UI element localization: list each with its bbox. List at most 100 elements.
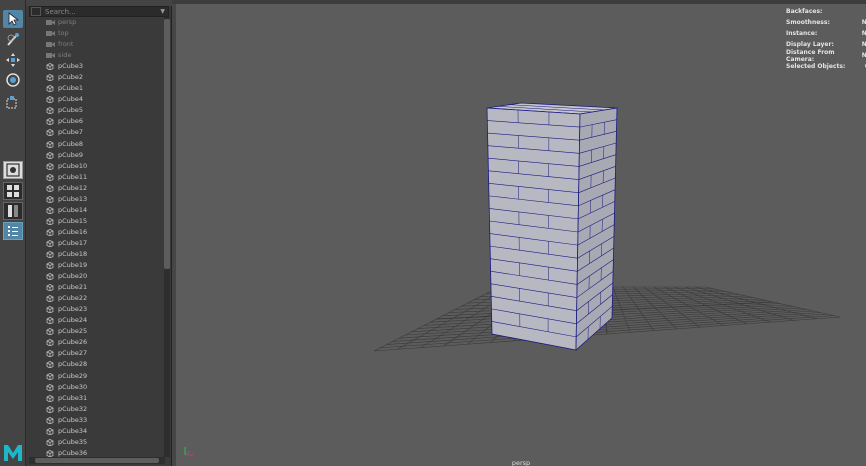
outliner-item[interactable]: pCube5 bbox=[26, 105, 162, 116]
outliner-item[interactable]: pCube11 bbox=[26, 172, 162, 183]
outliner-item[interactable]: pCube32 bbox=[26, 404, 162, 415]
move-icon[interactable] bbox=[3, 51, 23, 69]
outliner-item[interactable]: pCube6 bbox=[26, 116, 162, 127]
search-dropdown-arrow-icon[interactable]: ▼ bbox=[160, 8, 165, 15]
transform-node-icon bbox=[46, 328, 55, 336]
two-view-icon[interactable] bbox=[3, 202, 23, 220]
paint-brush-icon[interactable] bbox=[3, 31, 23, 49]
outliner-item[interactable]: pCube35 bbox=[26, 437, 162, 448]
outliner-horizontal-scrollbar[interactable] bbox=[29, 457, 165, 464]
transform-node-icon bbox=[46, 405, 55, 414]
camera-icon bbox=[46, 30, 55, 37]
outliner-item[interactable]: pCube7 bbox=[26, 127, 162, 138]
outliner-item[interactable]: pCube25 bbox=[26, 326, 162, 337]
outliner-item-label: pCube18 bbox=[58, 250, 88, 258]
outliner-item[interactable]: pCube2 bbox=[26, 72, 162, 83]
jenga-tower-mesh[interactable] bbox=[486, 102, 618, 351]
outliner-item[interactable]: pCube26 bbox=[26, 337, 162, 348]
transform-node-icon bbox=[46, 63, 55, 71]
viewport-3d[interactable]: Backfaces: Smoothness: N/Instance: N/Displa… bbox=[176, 4, 866, 466]
outliner-item[interactable]: pCube34 bbox=[26, 426, 162, 437]
scene-view[interactable] bbox=[176, 4, 866, 466]
scrollbar-thumb[interactable] bbox=[35, 458, 159, 463]
outliner-item[interactable]: pCube8 bbox=[26, 139, 162, 150]
outliner-item-label: persp bbox=[58, 18, 77, 27]
outliner-item[interactable]: pCube20 bbox=[26, 271, 162, 282]
outliner-vertical-scrollbar[interactable] bbox=[164, 17, 170, 457]
transform-node-icon bbox=[46, 240, 55, 248]
transform-node-icon bbox=[46, 427, 55, 436]
search-input[interactable]: Search... bbox=[45, 8, 160, 16]
outliner-item[interactable]: pCube29 bbox=[26, 371, 162, 382]
outliner-item-label: pCube36 bbox=[58, 448, 88, 457]
camera-icon bbox=[46, 41, 55, 48]
outliner-item[interactable]: pCube36 bbox=[26, 448, 162, 457]
outliner-view-icon[interactable] bbox=[3, 222, 23, 240]
select-arrow-icon[interactable] bbox=[3, 10, 23, 28]
outliner-item[interactable]: pCube27 bbox=[26, 348, 162, 359]
outliner-item-label: pCube35 bbox=[58, 437, 88, 446]
outliner-item-label: pCube27 bbox=[58, 349, 88, 358]
outliner-item-label: pCube11 bbox=[58, 172, 88, 181]
outliner-item[interactable]: pCube21 bbox=[26, 282, 162, 293]
outliner-camera-item[interactable]: side bbox=[26, 50, 162, 61]
transform-node-icon bbox=[46, 284, 55, 292]
outliner-camera-item[interactable]: persp bbox=[26, 17, 162, 28]
outliner-item-label: pCube12 bbox=[58, 183, 88, 192]
outliner-camera-item[interactable]: front bbox=[26, 39, 162, 50]
outliner-search-field[interactable]: Search... ▼ bbox=[29, 6, 169, 17]
transform-node-icon bbox=[46, 85, 55, 93]
outliner-camera-item[interactable]: top bbox=[26, 28, 162, 39]
hud-value: N/ bbox=[861, 52, 866, 59]
scale-icon[interactable] bbox=[3, 93, 23, 111]
outliner-item[interactable]: pCube31 bbox=[26, 393, 162, 404]
transform-node-icon bbox=[46, 140, 55, 148]
outliner-item[interactable]: pCube30 bbox=[26, 382, 162, 393]
outliner-item[interactable]: pCube15 bbox=[26, 216, 162, 227]
scrollbar-thumb[interactable] bbox=[164, 19, 170, 269]
hud-row: Selected Objects:0 bbox=[786, 61, 866, 72]
transform-node-icon bbox=[46, 350, 55, 358]
outliner-item[interactable]: pCube12 bbox=[26, 183, 162, 194]
outliner-item[interactable]: pCube33 bbox=[26, 415, 162, 426]
outliner-item[interactable]: pCube3 bbox=[26, 61, 162, 72]
outliner-item[interactable]: pCube16 bbox=[26, 227, 162, 238]
outliner-item-label: pCube14 bbox=[58, 205, 88, 214]
outliner-item[interactable]: pCube14 bbox=[26, 205, 162, 216]
outliner-item-label: top bbox=[58, 29, 69, 38]
outliner-item-label: pCube22 bbox=[58, 294, 88, 303]
toolbox bbox=[0, 0, 26, 466]
outliner-item[interactable]: pCube19 bbox=[26, 260, 162, 271]
hud-value: N/ bbox=[861, 19, 866, 26]
outliner-item-label: pCube2 bbox=[58, 73, 84, 82]
four-view-icon[interactable] bbox=[3, 182, 23, 200]
hud-label: Backfaces: bbox=[786, 8, 823, 15]
outliner-item[interactable]: pCube9 bbox=[26, 150, 162, 161]
outliner-item[interactable]: pCube4 bbox=[26, 94, 162, 105]
transform-node-icon bbox=[46, 228, 55, 237]
outliner-item[interactable]: pCube1 bbox=[26, 83, 162, 94]
outliner-item[interactable]: pCube18 bbox=[26, 249, 162, 260]
single-view-icon[interactable] bbox=[3, 161, 23, 179]
outliner-item[interactable]: pCube10 bbox=[26, 161, 162, 172]
outliner-item[interactable]: pCube23 bbox=[26, 304, 162, 315]
camera-icon bbox=[46, 19, 55, 26]
transform-node-icon bbox=[46, 217, 55, 226]
transform-node-icon bbox=[46, 206, 55, 215]
transform-node-icon bbox=[46, 361, 55, 369]
hud-label: Distance From Camera: bbox=[786, 48, 835, 63]
hud-value: N/ bbox=[861, 30, 866, 37]
outliner-item-label: pCube26 bbox=[58, 338, 88, 347]
transform-node-icon bbox=[46, 339, 55, 347]
transform-node-icon bbox=[46, 195, 55, 204]
rotate-icon[interactable] bbox=[3, 71, 23, 89]
outliner-item[interactable]: pCube28 bbox=[26, 359, 162, 370]
outliner-item-label: pCube7 bbox=[58, 128, 84, 137]
outliner-item[interactable]: pCube13 bbox=[26, 194, 162, 205]
outliner-item[interactable]: pCube17 bbox=[26, 238, 162, 249]
filter-icon[interactable] bbox=[31, 7, 41, 16]
transform-node-icon bbox=[46, 383, 55, 392]
outliner-item[interactable]: pCube22 bbox=[26, 293, 162, 304]
outliner-item[interactable]: pCube24 bbox=[26, 315, 162, 326]
transform-node-icon bbox=[46, 394, 55, 403]
